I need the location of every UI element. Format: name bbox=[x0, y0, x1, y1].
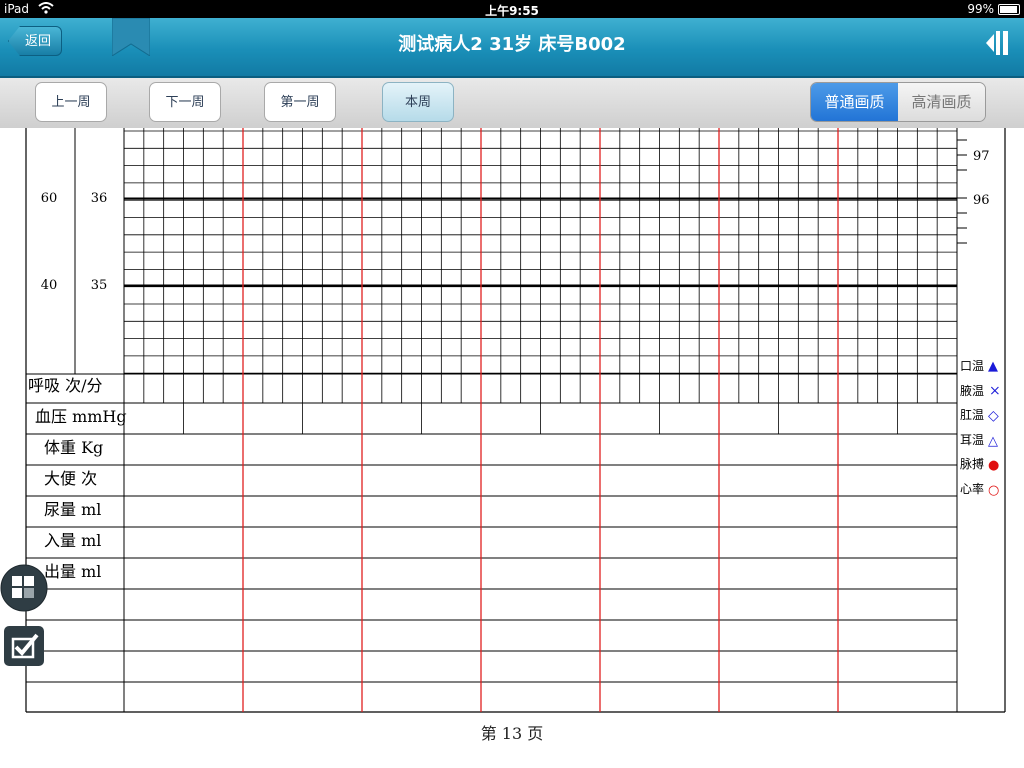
left-scale-b-label: 35 bbox=[91, 278, 108, 293]
triangle-outline-icon: △ bbox=[988, 434, 998, 449]
circle-outline-icon: ○ bbox=[988, 483, 999, 498]
legend-label: 口温 bbox=[960, 359, 984, 373]
left-scale-b-label: 36 bbox=[91, 191, 108, 206]
row-label-output: 出量 ml bbox=[44, 562, 101, 581]
diamond-icon: ◇ bbox=[988, 408, 999, 424]
triangle-filled-icon: ▲ bbox=[988, 359, 998, 374]
temperature-chart: 60 40 36 35 97 96 呼吸 次/分 血压 mmHg 体重 Kg 大… bbox=[25, 128, 1006, 713]
dot-filled-icon: ● bbox=[988, 458, 999, 473]
current-week-button[interactable]: 本周 bbox=[382, 82, 454, 122]
layout-switch-button[interactable] bbox=[0, 563, 50, 613]
legend-label: 脉搏 bbox=[960, 456, 984, 471]
battery-percent: 99% bbox=[967, 2, 994, 16]
right-scale-label: 96 bbox=[973, 193, 990, 208]
status-bar: iPad 上午9:55 99% bbox=[0, 0, 1024, 18]
legend-label: 耳温 bbox=[960, 433, 984, 447]
chart-labels: 60 40 36 35 97 96 呼吸 次/分 血压 mmHg 体重 Kg 大… bbox=[28, 149, 1001, 581]
left-scale-a-label: 40 bbox=[41, 278, 58, 293]
prev-week-button[interactable]: 上一周 bbox=[35, 82, 107, 122]
hd-quality-option[interactable]: 高清画质 bbox=[898, 83, 985, 121]
next-week-button[interactable]: 下一周 bbox=[149, 82, 221, 122]
battery-icon bbox=[998, 4, 1020, 15]
row-label-stool: 大便 次 bbox=[44, 469, 97, 488]
legend-label: 肛温 bbox=[960, 408, 984, 422]
normal-quality-option[interactable]: 普通画质 bbox=[811, 83, 898, 121]
right-scale-label: 97 bbox=[973, 149, 990, 164]
row-label-respiration: 呼吸 次/分 bbox=[28, 376, 102, 395]
row-label-intake: 入量 ml bbox=[44, 531, 101, 550]
panel-toggle-icon[interactable] bbox=[984, 28, 1010, 58]
page-title: 测试病人2 31岁 床号B002 bbox=[398, 34, 626, 55]
row-label-weight: 体重 Kg bbox=[44, 438, 103, 457]
edit-check-button[interactable] bbox=[3, 625, 45, 667]
legend-label: 腋温 bbox=[960, 383, 984, 398]
page-number: 第 13 页 bbox=[480, 724, 544, 743]
row-label-blood-pressure: 血压 mmHg bbox=[35, 407, 127, 426]
left-scale-a-label: 60 bbox=[41, 191, 58, 206]
quality-segmented-control: 普通画质 高清画质 bbox=[810, 82, 986, 122]
legend-label: 心率 bbox=[960, 481, 984, 496]
status-time: 上午9:55 bbox=[485, 4, 539, 18]
first-week-button[interactable]: 第一周 bbox=[264, 82, 336, 122]
chart-grid bbox=[25, 128, 1006, 713]
week-toolbar: 上一周 下一周 第一周 本周 普通画质 高清画质 bbox=[0, 78, 1024, 128]
navigation-bar: 返回 测试病人2 31岁 床号B002 bbox=[0, 18, 1024, 78]
row-label-urine: 尿量 ml bbox=[44, 500, 101, 519]
cross-icon: × bbox=[989, 383, 1001, 399]
